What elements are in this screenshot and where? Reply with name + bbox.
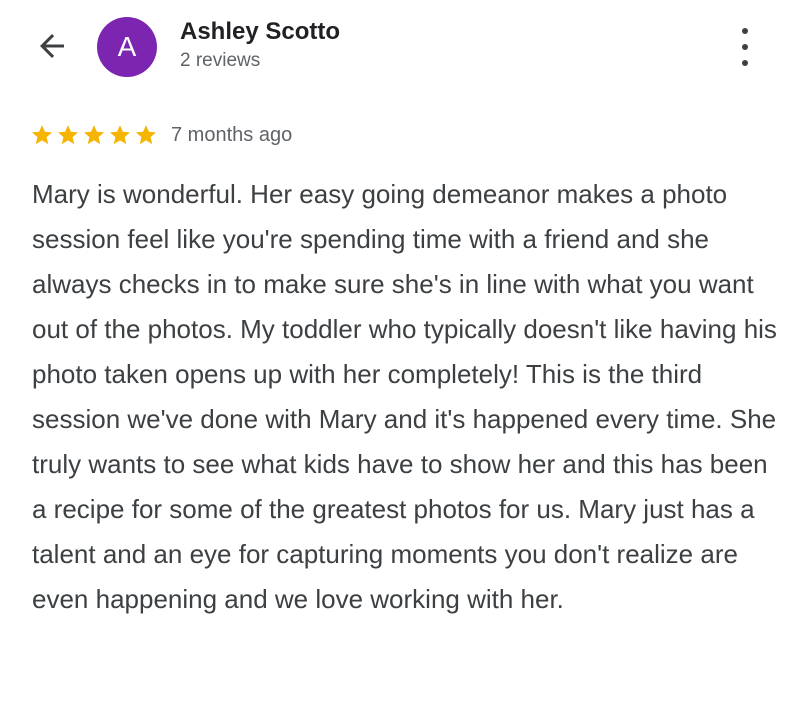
more-vert-icon-dot — [742, 44, 748, 50]
reviewer-name[interactable]: Ashley Scotto — [180, 18, 340, 46]
star-icon — [110, 125, 130, 145]
rating-row: 7 months ago — [30, 120, 292, 150]
review-time: 7 months ago — [171, 123, 293, 146]
arrow-back-icon — [40, 34, 64, 58]
star-icon — [136, 125, 156, 145]
star-icon — [58, 125, 78, 145]
more-options-button[interactable] — [730, 28, 760, 66]
back-button[interactable] — [30, 26, 74, 66]
more-vert-icon-dot — [742, 60, 748, 66]
avatar[interactable]: A — [97, 17, 157, 77]
more-vert-icon — [742, 28, 748, 34]
avatar-letter: A — [117, 31, 137, 62]
reviews-count: 2 reviews — [180, 50, 261, 71]
star-icon — [84, 125, 104, 145]
star-rating — [30, 123, 158, 147]
reviewer-header: A Ashley Scotto 2 reviews — [0, 0, 800, 100]
star-icon — [32, 125, 52, 145]
review-text: Mary is wonderful. Her easy going demean… — [32, 179, 777, 614]
